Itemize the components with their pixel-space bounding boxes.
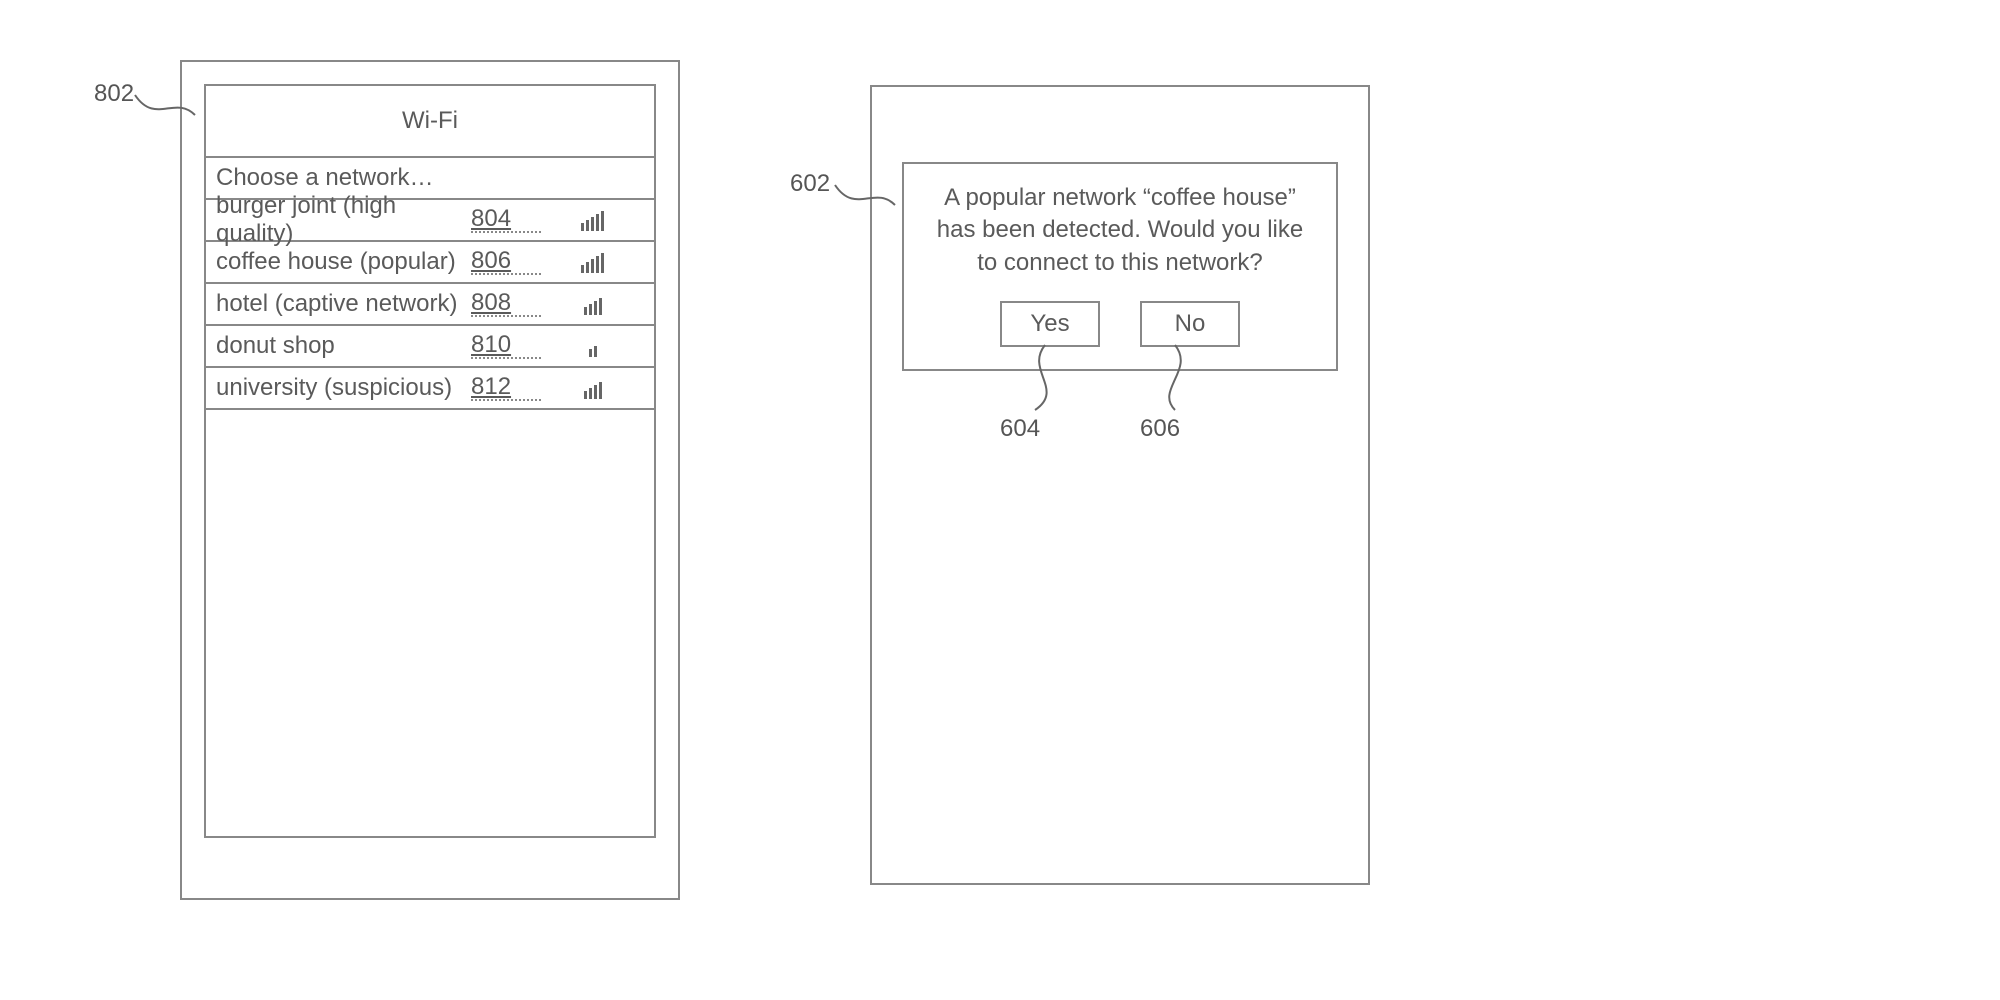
network-row[interactable]: coffee house (popular)806 xyxy=(206,242,654,284)
network-name: university (suspicious) xyxy=(216,374,471,402)
callout-602: 602 xyxy=(790,170,830,198)
wifi-signal-icon xyxy=(581,251,604,273)
callout-604: 604 xyxy=(1000,415,1040,443)
network-row[interactable]: burger joint (high quality)804 xyxy=(206,200,654,242)
wifi-title: Wi-Fi xyxy=(402,107,458,135)
callout-802: 802 xyxy=(94,80,134,108)
wifi-title-bar: Wi-Fi xyxy=(206,86,654,158)
dialog-message: A popular network “coffee house” has bee… xyxy=(926,182,1314,279)
choose-network-text: Choose a network… xyxy=(216,164,433,192)
network-name: burger joint (high quality) xyxy=(216,192,471,248)
yes-button[interactable]: Yes xyxy=(1000,301,1100,347)
network-name: donut shop xyxy=(216,332,471,360)
network-list: burger joint (high quality)804coffee hou… xyxy=(206,200,654,410)
device-right: A popular network “coffee house” has bee… xyxy=(870,85,1370,885)
network-signal xyxy=(541,293,644,315)
network-ref: 804 xyxy=(471,207,541,233)
network-signal xyxy=(541,251,644,273)
wifi-signal-icon xyxy=(584,377,602,399)
network-name: coffee house (popular) xyxy=(216,248,471,276)
network-signal xyxy=(541,377,644,399)
wifi-signal-icon xyxy=(589,335,597,357)
network-ref: 806 xyxy=(471,249,541,275)
network-row[interactable]: university (suspicious)812 xyxy=(206,368,654,410)
wifi-signal-icon xyxy=(581,209,604,231)
wifi-signal-icon xyxy=(584,293,602,315)
network-row[interactable]: hotel (captive network)808 xyxy=(206,284,654,326)
device-left: Wi-Fi Choose a network… burger joint (hi… xyxy=(180,60,680,900)
network-ref: 808 xyxy=(471,291,541,317)
network-signal xyxy=(541,209,644,231)
network-signal xyxy=(541,335,644,357)
network-ref: 812 xyxy=(471,375,541,401)
callout-606: 606 xyxy=(1140,415,1180,443)
dialog-button-row: Yes No xyxy=(926,301,1314,347)
wifi-panel: Wi-Fi Choose a network… burger joint (hi… xyxy=(204,84,656,838)
connect-dialog: A popular network “coffee house” has bee… xyxy=(902,162,1338,371)
network-row[interactable]: donut shop810 xyxy=(206,326,654,368)
network-name: hotel (captive network) xyxy=(216,290,471,318)
network-ref: 810 xyxy=(471,333,541,359)
no-button[interactable]: No xyxy=(1140,301,1240,347)
